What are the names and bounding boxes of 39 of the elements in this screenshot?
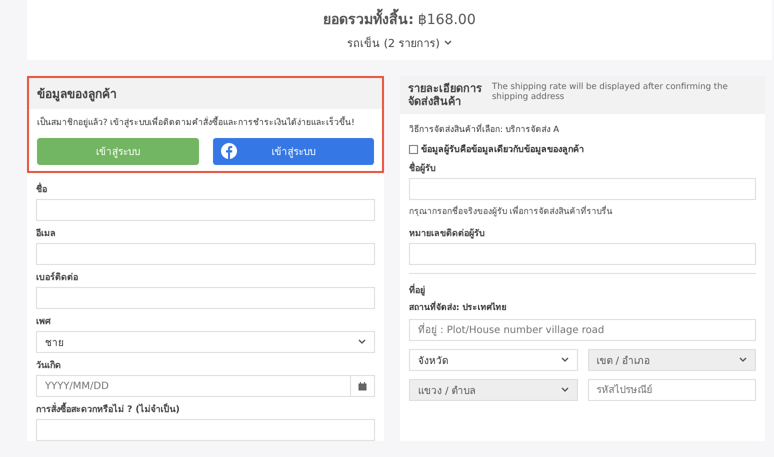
field-label: เพศ <box>36 316 52 328</box>
text-field[interactable] <box>409 243 756 266</box>
member-text: เป็นสมาชิกอยู่แล้ว? เข้าสู่ระบบเพื่อติดตามคำสั่งซื้อและการชำระเงินได้ง่ายและเร็วขึ้น! <box>37 115 356 129</box>
address-field[interactable]: ที่อยู่ : Plot/House number village road <box>409 319 756 342</box>
checkbox[interactable] <box>409 144 418 154</box>
panel-title: รายละเอียดการจัดส่งสินค้า <box>408 82 483 108</box>
field-label: ชื่อผู้รับ <box>409 161 756 176</box>
chevron-down-icon <box>444 40 452 46</box>
total-label: ยอดรวมทั้งสิ้น: <box>323 8 414 30</box>
facebook-login-button[interactable]: เข้าสู่ระบบ <box>212 138 374 165</box>
chevron-down-icon <box>739 357 747 364</box>
chevron-down-icon <box>560 387 568 394</box>
cart-toggle[interactable]: รถเข็น (2 รายการ) <box>347 34 452 52</box>
facebook-logo <box>220 143 236 159</box>
field-hint: กรุณากรอกชื่อจริงของผู้รับ เพื่อการจัดส่งสินค้าที่ราบรื่น <box>409 204 614 218</box>
text-field[interactable] <box>36 243 375 265</box>
date-field[interactable]: YYYY/MM/DD <box>36 375 375 397</box>
shipping-country: สถานที่จัดส่ง: ประเทศไทย <box>409 300 508 314</box>
chevron-down-icon <box>560 357 568 364</box>
field-label: เบอร์ติดต่อ <box>36 270 79 284</box>
chevron-down-icon <box>358 339 366 345</box>
text-field[interactable] <box>409 178 756 200</box>
panel-title: ข้อมูลของลูกค้า <box>37 86 117 103</box>
text-field[interactable] <box>36 287 375 309</box>
field-label: วันเกิด <box>36 359 62 372</box>
field-label: การสั่งซื้อสะดวกหรือไม่ ? (ไม่จำเป็น) <box>36 402 375 416</box>
select-field[interactable]: ชาย <box>36 331 375 353</box>
text-field[interactable] <box>36 419 375 441</box>
total-value: ฿168.00 <box>418 12 476 28</box>
field-label: ชื่อ <box>36 182 375 196</box>
field-label: อีเมล <box>36 227 57 240</box>
postcode-field[interactable]: รหัสไปรษณีย์ <box>588 379 756 402</box>
field-label: ที่อยู่ <box>409 283 756 298</box>
field-label: หมายเลขติดต่อผู้รับ <box>409 227 486 240</box>
shipping-method: วิธีการจัดส่งสินค้าที่เลือก: บริการจัดส่ง A <box>409 122 560 136</box>
text-field[interactable] <box>36 199 375 221</box>
checkbox-label: ข้อมูลผู้รับคือข้อมูลเดียวกับข้อมูลของลูกค้า <box>421 143 584 156</box>
select-field[interactable]: จังหวัด <box>409 349 578 372</box>
shipping-note: The shipping rate will be displayed after confirming the shipping address <box>492 82 729 102</box>
